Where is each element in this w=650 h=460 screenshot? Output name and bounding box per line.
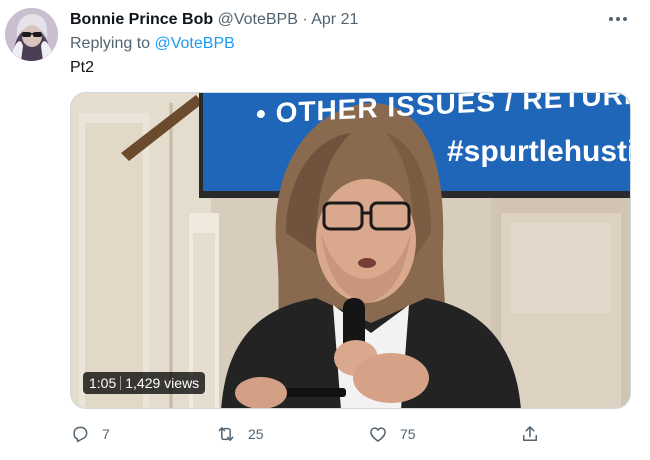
tweet-actions: 7 25 75 xyxy=(70,420,550,448)
header-separator: · xyxy=(302,11,308,28)
more-icon xyxy=(609,17,627,21)
reply-icon xyxy=(73,426,88,443)
video-duration: 1:05 xyxy=(89,375,117,391)
tweet-header: Bonnie Prince Bob @VoteBPB · Apr 21 xyxy=(70,10,358,30)
reply-count: 7 xyxy=(102,426,110,442)
replying-to-handle[interactable]: @VoteBPB xyxy=(155,35,235,52)
share-button[interactable] xyxy=(520,420,552,448)
like-count: 75 xyxy=(400,426,416,442)
video-views: 1,429 views xyxy=(125,375,200,391)
share-icon xyxy=(523,426,537,441)
avatar-image xyxy=(5,8,58,61)
retweet-button[interactable]: 25 xyxy=(216,420,264,448)
replying-to-label: Replying to xyxy=(70,35,151,52)
user-handle[interactable]: @VoteBPB xyxy=(218,11,298,28)
reply-button[interactable]: 7 xyxy=(70,420,110,448)
retweet-icon xyxy=(218,427,234,441)
video-player[interactable]: • OTHER ISSUES / RETURN TO #spurtlehusti… xyxy=(70,92,631,409)
like-icon xyxy=(370,427,386,442)
retweet-count: 25 xyxy=(248,426,264,442)
video-stats-badge: 1:05 1,429 views xyxy=(83,372,206,394)
like-button[interactable]: 75 xyxy=(368,420,416,448)
avatar[interactable] xyxy=(5,8,58,61)
replying-to: Replying to @VoteBPB xyxy=(70,35,235,53)
tweet-date[interactable]: Apr 21 xyxy=(311,11,358,28)
more-options-button[interactable] xyxy=(604,8,632,30)
badge-divider xyxy=(120,376,122,390)
display-name[interactable]: Bonnie Prince Bob xyxy=(70,11,213,28)
slide-hashtag: #spurtlehusti xyxy=(447,135,631,168)
tweet-text: Pt2 xyxy=(70,59,95,76)
